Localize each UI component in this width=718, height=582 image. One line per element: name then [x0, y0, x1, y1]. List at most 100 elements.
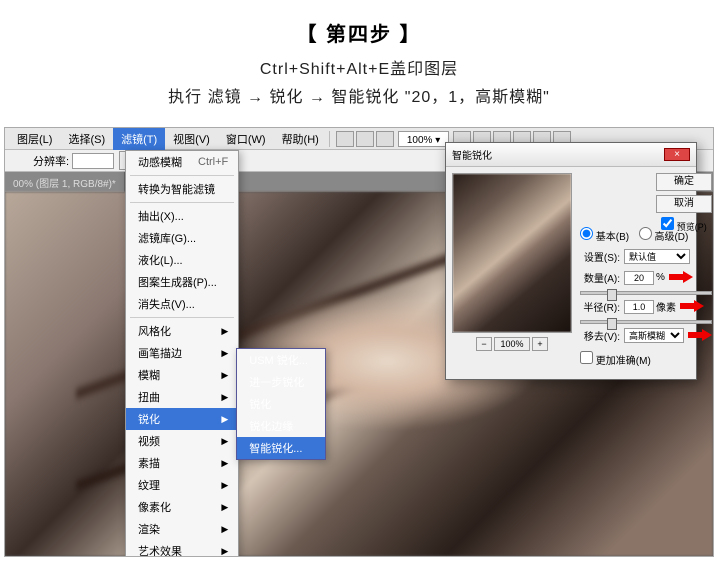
submenu-sharpen-more[interactable]: 进一步锐化 — [237, 371, 325, 393]
close-icon[interactable]: × — [664, 148, 690, 161]
menu-item-label: 风格化 — [138, 323, 171, 339]
menu-item-label: 进一步锐化 — [249, 374, 304, 390]
menu-liquify[interactable]: 液化(L)... — [126, 249, 238, 271]
menu-window[interactable]: 窗口(W) — [218, 128, 274, 150]
zoom-value: 100% — [494, 337, 530, 351]
menu-item-label: 模糊 — [138, 367, 160, 383]
menu-view[interactable]: 视图(V) — [165, 128, 218, 150]
radius-slider[interactable] — [580, 320, 712, 324]
menu-render[interactable]: 渲染 ▶ — [126, 518, 238, 540]
tool-icon[interactable] — [376, 131, 394, 147]
radius-input[interactable] — [624, 300, 654, 314]
submenu-arrow-icon: ▶ — [221, 436, 228, 447]
menu-artistic[interactable]: 艺术效果 ▶ — [126, 540, 238, 557]
preview-box[interactable] — [452, 173, 572, 333]
radio-advanced-label: 高级(D) — [654, 232, 688, 243]
menu-stylize[interactable]: 风格化▶ — [126, 320, 238, 342]
radio-basic-label: 基本(B) — [596, 232, 629, 243]
accurate-checkbox[interactable]: 更加准确(M) — [580, 351, 651, 367]
menu-convert-smart[interactable]: 转换为智能滤镜 — [126, 178, 238, 200]
tool-icon[interactable] — [336, 131, 354, 147]
menu-item-label: 扭曲 — [138, 389, 160, 405]
filter-menu-dropdown: 动感模糊 Ctrl+F 转换为智能滤镜 抽出(X)... 滤镜库(G)... 液… — [125, 150, 239, 557]
submenu-usm-sharpen[interactable]: USM 锐化... — [237, 349, 325, 371]
resolution-label: 分辨率: — [33, 153, 69, 169]
cancel-button[interactable]: 取消 — [656, 195, 712, 213]
submenu-sharpen-edges[interactable]: 锐化边缘 — [237, 415, 325, 437]
zoom-select[interactable]: 100% ▾ — [398, 131, 449, 147]
menu-filter-gallery[interactable]: 滤镜库(G)... — [126, 227, 238, 249]
menu-pixelate[interactable]: 像素化▶ — [126, 496, 238, 518]
remove-row: 移去(V): 高斯模糊 — [580, 328, 712, 343]
menu-item-label: 锐化 — [249, 396, 271, 412]
menu-separator — [130, 175, 234, 176]
menu-last-filter[interactable]: 动感模糊 Ctrl+F — [126, 151, 238, 173]
toolbar-icons — [336, 131, 394, 147]
menu-item-label: 渲染 — [138, 521, 160, 537]
menu-item-label: 素描 — [138, 455, 160, 471]
dialog-body: − 100% + 确定 取消 预览(P) 基本(B) 高级(D) — [446, 167, 696, 379]
menu-help[interactable]: 帮助(H) — [274, 128, 327, 150]
menu-item-label: 消失点(V)... — [138, 296, 195, 312]
accurate-label: 更加准确(M) — [596, 356, 651, 367]
amount-unit: % — [656, 272, 665, 283]
preview-checkbox[interactable]: 预览(P) — [661, 217, 707, 233]
amount-input[interactable] — [624, 271, 654, 285]
submenu-arrow-icon: ▶ — [221, 458, 228, 469]
resolution-field[interactable] — [72, 153, 114, 169]
arrow-icon — [669, 272, 693, 284]
settings-select[interactable]: 默认值 — [624, 249, 690, 264]
submenu-arrow-icon: ▶ — [221, 524, 228, 535]
submenu-sharpen[interactable]: 锐化 — [237, 393, 325, 415]
submenu-arrow-icon: ▶ — [221, 502, 228, 513]
zoom-out-button[interactable]: − — [476, 337, 492, 351]
menu-brush-strokes[interactable]: 画笔描边▶ — [126, 342, 238, 364]
step-title: 【 第四步 】 — [0, 18, 718, 47]
menu-filter[interactable]: 滤镜(T) — [113, 128, 165, 150]
menu-item-label: 图案生成器(P)... — [138, 274, 217, 290]
dialog-left: − 100% + — [452, 173, 572, 373]
preview-zoom-bar: − 100% + — [452, 337, 572, 351]
document-tab-1[interactable]: 00% (图层 1, RGB/8#)* — [5, 172, 125, 192]
submenu-smart-sharpen[interactable]: 智能锐化... — [237, 437, 325, 459]
menu-item-label: 液化(L)... — [138, 252, 183, 268]
accurate-checkbox-input[interactable] — [580, 351, 593, 364]
separator — [329, 131, 330, 147]
preview-image — [453, 174, 571, 332]
remove-select[interactable]: 高斯模糊 — [624, 328, 684, 343]
radio-basic-input[interactable] — [580, 227, 593, 240]
menu-texture[interactable]: 纹理▶ — [126, 474, 238, 496]
zoom-in-button[interactable]: + — [532, 337, 548, 351]
remove-label: 移去(V): — [580, 328, 620, 343]
dialog-titlebar[interactable]: 智能锐化 × — [446, 143, 696, 167]
menu-select[interactable]: 选择(S) — [60, 128, 113, 150]
menu-item-label: 转换为智能滤镜 — [138, 181, 215, 197]
menu-item-label: 滤镜库(G)... — [138, 230, 196, 246]
amount-slider[interactable] — [580, 291, 712, 295]
tool-icon[interactable] — [356, 131, 374, 147]
dialog-controls: 确定 取消 预览(P) 基本(B) 高级(D) 设置(S): 默认值 数量(A)… — [572, 173, 712, 373]
menu-item-label: 智能锐化... — [249, 440, 302, 456]
menu-item-label: 动感模糊 — [138, 154, 182, 170]
arrow-icon — [688, 330, 712, 342]
amount-row: 数量(A): % — [580, 270, 712, 285]
menu-blur[interactable]: 模糊▶ — [126, 364, 238, 386]
menu-pattern-maker[interactable]: 图案生成器(P)... — [126, 271, 238, 293]
photoshop-window: 图层(L) 选择(S) 滤镜(T) 视图(V) 窗口(W) 帮助(H) 100%… — [4, 127, 714, 557]
menu-item-label: 画笔描边 — [138, 345, 182, 361]
menu-extract[interactable]: 抽出(X)... — [126, 205, 238, 227]
preview-checkbox-input[interactable] — [661, 217, 674, 230]
menu-sketch[interactable]: 素描 ▶ — [126, 452, 238, 474]
radius-row: 半径(R): 像素 — [580, 299, 712, 314]
menu-item-label: 艺术效果 — [138, 543, 182, 557]
ok-button[interactable]: 确定 — [656, 173, 712, 191]
preview-label: 预览(P) — [677, 222, 707, 232]
menu-layer[interactable]: 图层(L) — [9, 128, 60, 150]
menu-video[interactable]: 视频▶ — [126, 430, 238, 452]
menu-sharpen[interactable]: 锐化▶ USM 锐化... 进一步锐化 锐化 锐化边缘 智能锐化... — [126, 408, 238, 430]
menu-vanishing-point[interactable]: 消失点(V)... — [126, 293, 238, 315]
radio-basic[interactable]: 基本(B) — [580, 227, 629, 243]
menu-distort[interactable]: 扭曲▶ — [126, 386, 238, 408]
submenu-arrow-icon: ▶ — [221, 546, 228, 557]
smart-sharpen-dialog: 智能锐化 × − 100% + 确定 取消 预览(P) — [445, 142, 697, 380]
